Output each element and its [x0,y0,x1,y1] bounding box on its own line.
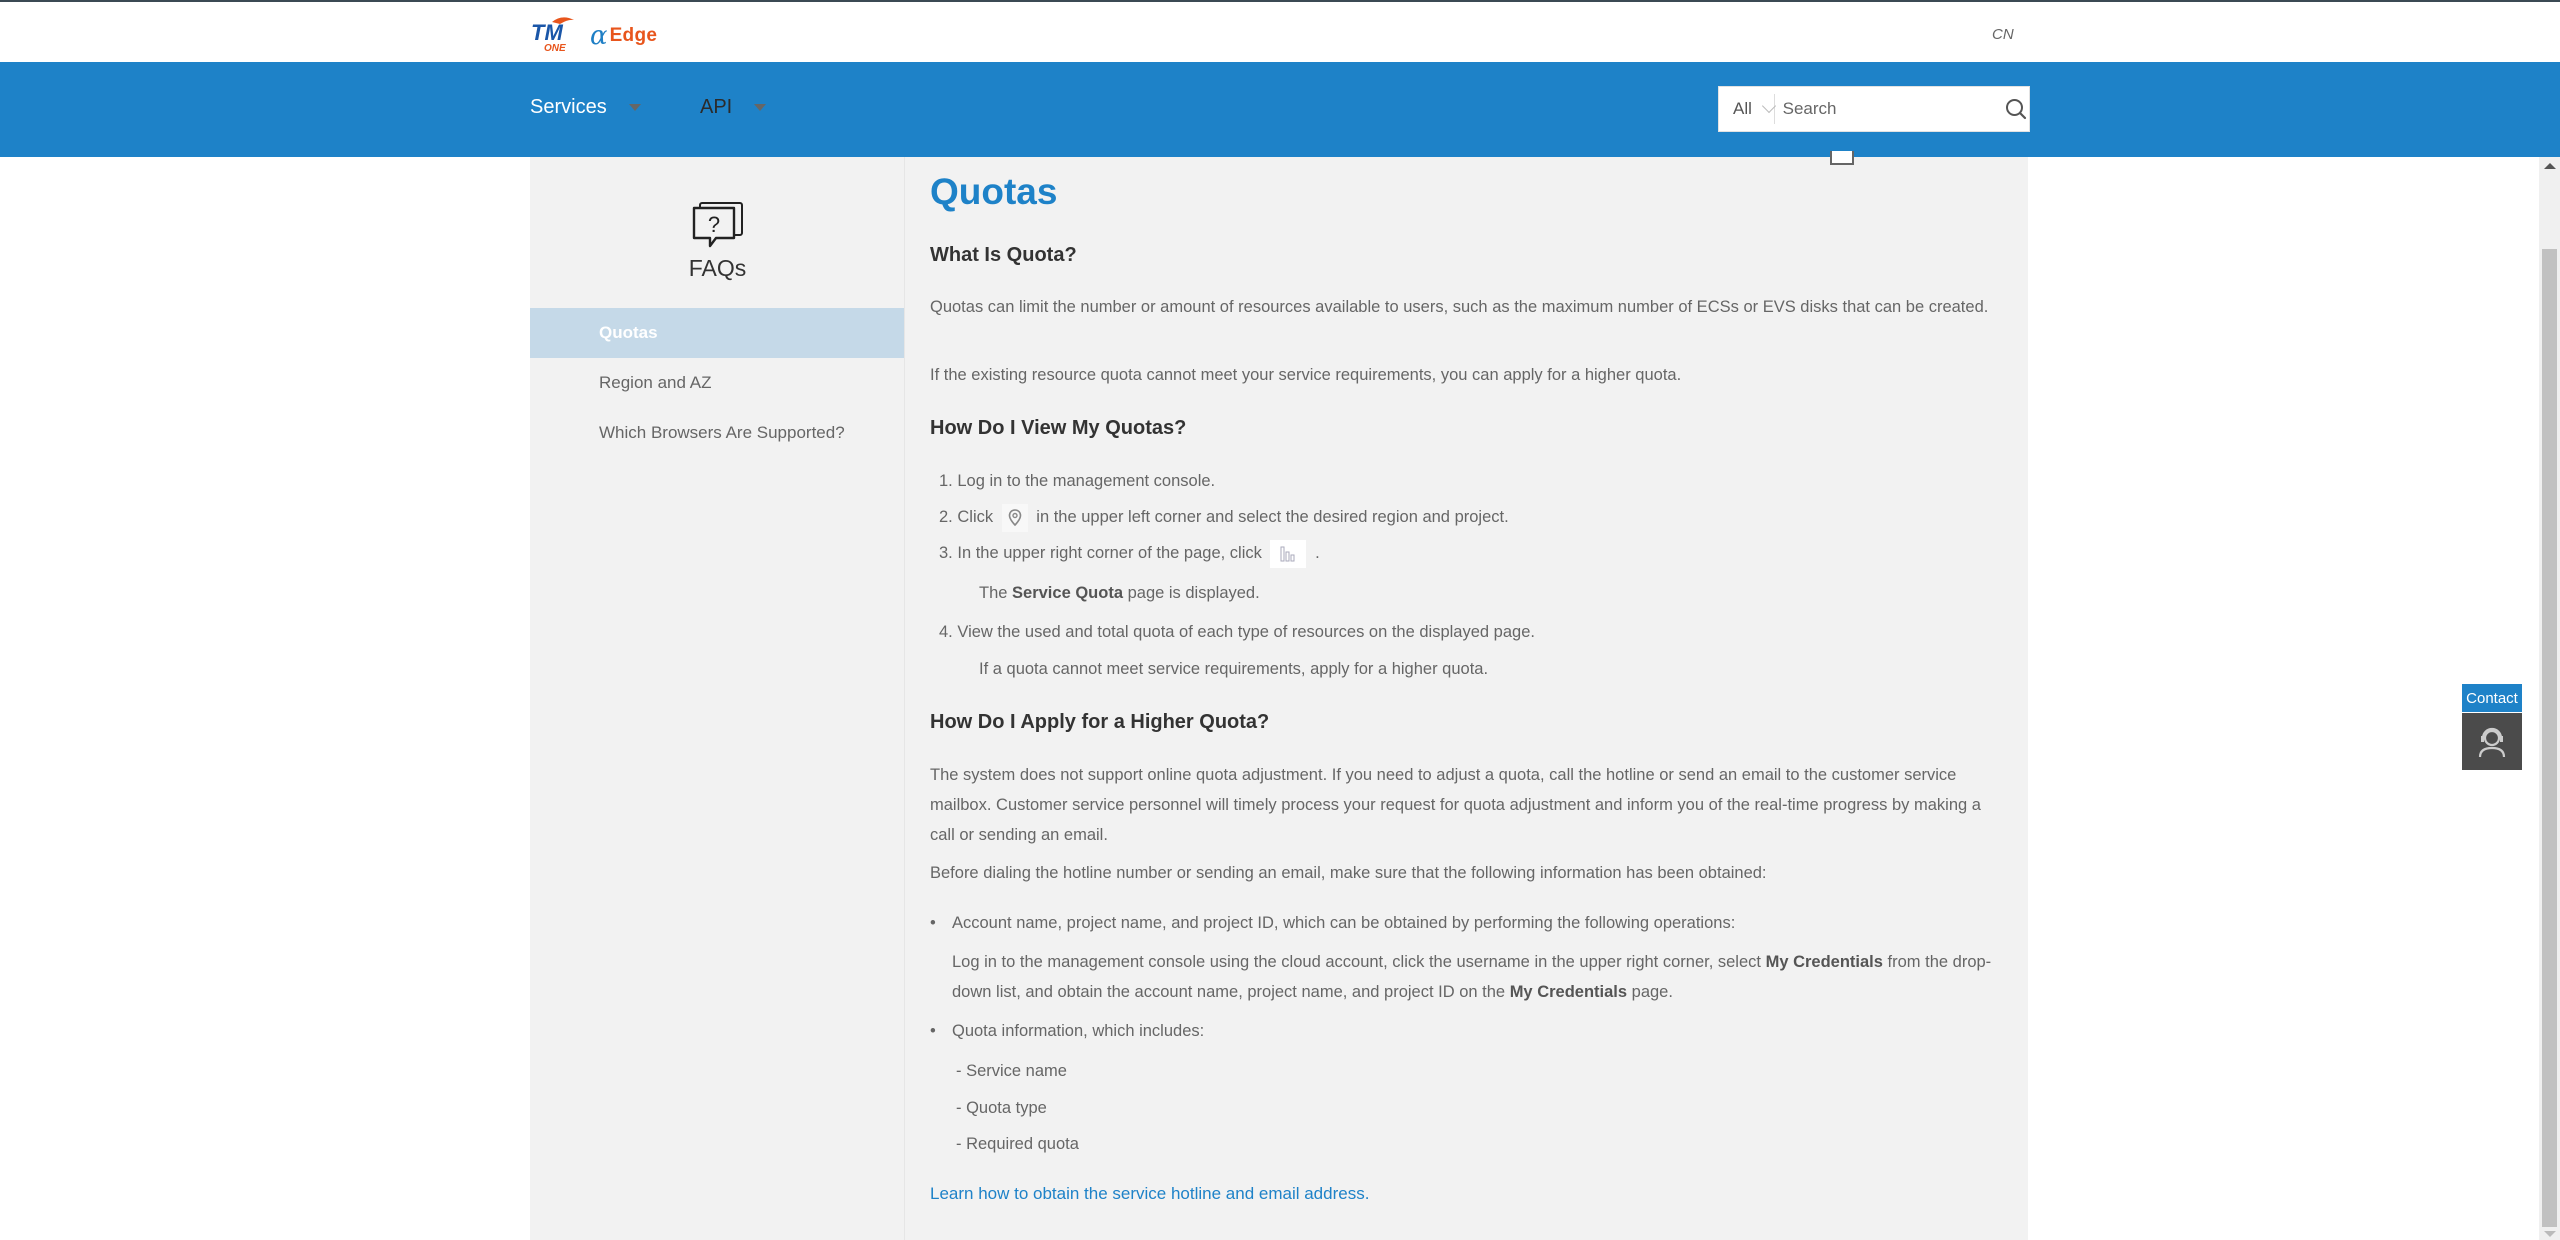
nav-services-label: Services [530,96,607,118]
pdf-download-icon[interactable] [1830,151,1854,165]
search-scope-select[interactable]: All [1719,87,1776,131]
page-title: Quotas [930,171,1058,212]
bullet-detail: Log in to the management console using t… [952,953,1992,1001]
sidebar-item-region-and-az[interactable]: Region and AZ [530,358,904,408]
svg-text:ONE: ONE [544,43,566,54]
bullet-item: • Quota information, which includes: [930,1016,2010,1046]
bullet-icon: • [930,1022,936,1040]
section-heading-view-quotas: How Do I View My Quotas? [930,417,1187,439]
sidebar-title: FAQs [688,255,747,281]
subitem-required-quota: - Required quota [956,1135,1079,1153]
bullet-item: • Account name, project name, and project… [930,908,2010,938]
faq-question-bubble-icon: ? [692,202,743,248]
search-input[interactable] [1774,87,2004,131]
nav-api-label: API [700,96,733,118]
subitem-service-name: - Service name [956,1062,1067,1080]
svg-text:?: ? [708,212,720,237]
caret-down-icon [754,104,767,111]
step-3-note: The Service Quota page is displayed. [979,584,1260,602]
sidebar-item-which-browsers[interactable]: Which Browsers Are Supported? [530,408,904,458]
search-box: All [1718,86,2030,132]
customer-service-headset-icon[interactable] [2462,712,2522,770]
sidebar-item-quotas[interactable]: Quotas [530,308,904,358]
pdf-download-link-partial[interactable] [1867,151,1927,159]
paragraph: If the existing resource quota cannot me… [930,366,1682,384]
scroll-down-arrow-icon[interactable] [2544,1231,2556,1237]
article-content: Quotas What Is Quota? Quotas can limit t… [905,151,2028,1240]
contact-label[interactable]: Contact [2462,684,2522,712]
step-3: 3. In the upper right corner of the page… [939,538,2019,568]
top-bar: TM ONE α Edge CN [0,2,2560,62]
section-heading-apply-higher-quota: How Do I Apply for a Higher Quota? [930,711,1270,733]
scrollbar-thumb[interactable] [2542,249,2557,1227]
scroll-up-arrow-icon[interactable] [2544,163,2556,169]
caret-down-icon [628,104,641,111]
contact-widget[interactable]: Contact [2462,684,2522,770]
main-nav-bar: Services API All [0,62,2560,157]
section-heading-what-is-quota: What Is Quota? [930,244,1077,266]
step-1: 1. Log in to the management console. [939,472,1216,490]
search-icon [2006,99,2027,120]
step-2: 2. Click in the upper left corner and se… [939,502,2019,532]
nav-services-menu[interactable]: Services [530,96,641,119]
page-scrollbar[interactable] [2539,157,2560,1240]
step-4: 4. View the used and total quota of each… [939,623,1535,641]
language-switch-link[interactable]: CN [1992,26,2014,43]
tm-one-logo[interactable]: TM ONE [530,16,586,54]
step-4-note: If a quota cannot meet service requireme… [979,660,1489,678]
hotline-email-link[interactable]: Learn how to obtain the service hotline … [930,1184,1369,1204]
search-button[interactable] [2004,87,2029,131]
paragraph: Quotas can limit the number or amount of… [930,298,1989,316]
search-scope-value: All [1733,99,1752,118]
subitem-quota-type: - Quota type [956,1099,1047,1117]
paragraph: The system does not support online quota… [930,766,1981,844]
svg-text:TM: TM [531,20,563,45]
paragraph: Before dialing the hotline number or sen… [930,864,1767,882]
alpha-edge-logo[interactable]: α Edge [590,22,657,50]
faq-sidebar: ? FAQs Quotas Region and AZ Which Browse… [530,157,905,1240]
bullet-icon: • [930,914,936,932]
nav-api-menu[interactable]: API [700,96,767,119]
location-pin-icon [1001,503,1028,532]
quota-bars-icon [1270,539,1307,568]
